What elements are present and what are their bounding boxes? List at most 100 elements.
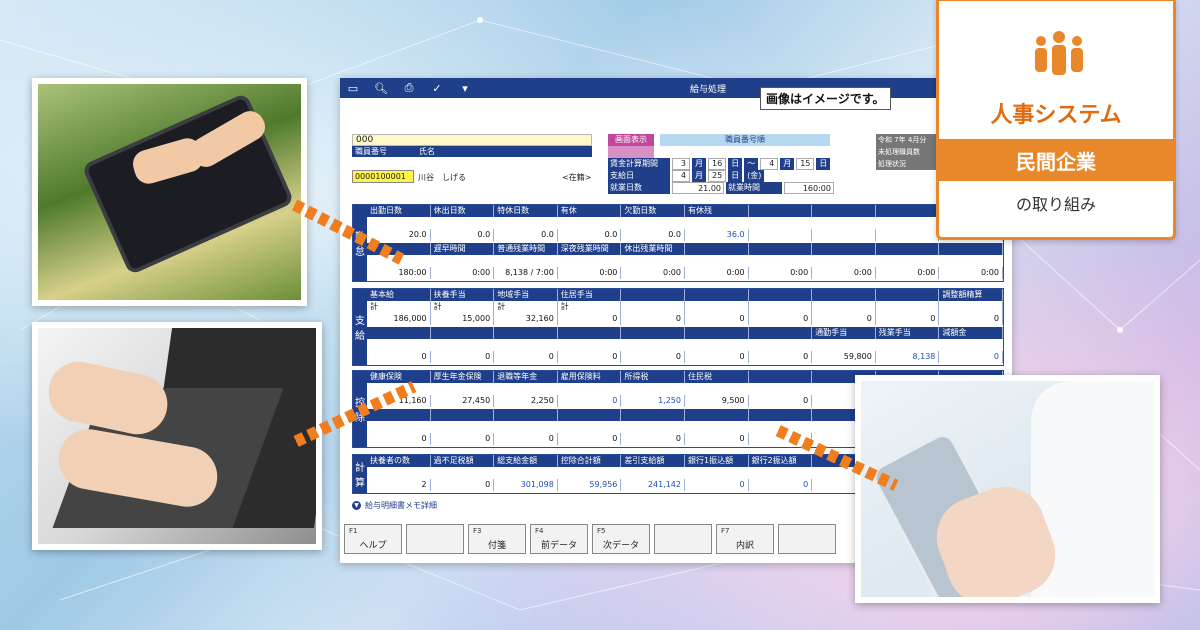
work-days-label: 就業日数	[608, 182, 670, 194]
grid-cell[interactable]: 2,250	[494, 395, 558, 407]
grid-cell[interactable]: 59,956	[558, 479, 622, 491]
grid-cell[interactable]: 0	[431, 351, 495, 363]
memo-link[interactable]: ▼ 給与明細書メモ詳細	[352, 500, 437, 511]
function-key-f3[interactable]: F3 付箋	[468, 524, 526, 554]
grid-cell[interactable]: 0.0	[558, 229, 622, 241]
grid-cell[interactable]: 0	[621, 351, 685, 363]
grid-cell[interactable]: 180:00	[367, 267, 431, 279]
grid-cell[interactable]: 0:00	[939, 267, 1003, 279]
function-key-f5[interactable]: F5 次データ	[592, 524, 650, 554]
print-icon[interactable]: ⎙	[402, 81, 416, 94]
dropdown-icon[interactable]: ▾	[458, 82, 472, 95]
grid-cell[interactable]: 0:00	[685, 267, 749, 279]
grid-cell: 通勤手当	[812, 327, 876, 339]
grid-cell[interactable]: 0	[621, 313, 685, 325]
grid-cell[interactable]	[812, 229, 876, 241]
search-icon[interactable]: 🔍︎	[374, 82, 388, 95]
grid-cell[interactable]: 0.0	[494, 229, 558, 241]
fkey-number: F7	[721, 527, 730, 535]
grid-cell[interactable]: 0:00	[621, 267, 685, 279]
grid-cell[interactable]: 0	[367, 351, 431, 363]
function-key-f1[interactable]: F1 ヘルプ	[344, 524, 402, 554]
function-key-blank-5[interactable]	[654, 524, 712, 554]
grid-cell[interactable]: 0	[749, 351, 813, 363]
grid-cell	[431, 327, 495, 339]
grid-cell[interactable]: 0	[685, 433, 749, 445]
grid-cell[interactable]: 0	[621, 433, 685, 445]
function-key-blank-1[interactable]	[406, 524, 464, 554]
grid-cell	[876, 243, 940, 255]
grid-cell[interactable]: 15,000	[431, 313, 495, 325]
grid-cell[interactable]: 241,142	[621, 479, 685, 491]
grid-cell[interactable]: 301,098	[494, 479, 558, 491]
grid-cell[interactable]: 9,500	[685, 395, 749, 407]
name-label: 氏名	[419, 147, 435, 156]
grid-cell[interactable]: 0	[431, 479, 495, 491]
grid-cell[interactable]: 2	[367, 479, 431, 491]
grid-cell[interactable]: 0	[685, 313, 749, 325]
screen-display-value[interactable]	[608, 146, 654, 158]
grid-cell[interactable]: 8,138	[876, 351, 940, 363]
unprocessed-label: 未処理職員数	[876, 146, 940, 158]
grid-cell[interactable]: 0	[558, 351, 622, 363]
work-hours-label: 就業時間	[726, 182, 782, 194]
grid-cell[interactable]: 0.0	[431, 229, 495, 241]
grid-cell[interactable]: 186,000	[367, 313, 431, 325]
grid-cell[interactable]: 0:00	[876, 267, 940, 279]
window-icon[interactable]: ▭	[346, 82, 360, 95]
laptop-photo	[32, 322, 322, 550]
calc-period-label: 賃金計算期間	[608, 158, 670, 170]
grid-cell: 控除合計額	[558, 455, 622, 467]
grid-cell[interactable]	[876, 229, 940, 241]
work-hours-value[interactable]: 160:00	[784, 182, 834, 194]
employee-no-label: 職員番号	[355, 147, 387, 156]
grid-cell[interactable]: 0:00	[812, 267, 876, 279]
grid-cell[interactable]: 0	[812, 313, 876, 325]
grid-cell[interactable]: 0	[494, 433, 558, 445]
grid-cell: 住民税	[685, 371, 749, 383]
grid-cell[interactable]: 0	[939, 313, 1003, 325]
badge-tail: の取り組み	[1015, 195, 1096, 214]
grid-cell[interactable]: 0	[749, 395, 813, 407]
grid-cell[interactable]: 0	[494, 351, 558, 363]
grid-cell[interactable]: 32,160	[494, 313, 558, 325]
grid-cell: 扶養手当	[431, 289, 495, 301]
grid-cell: 差引支給額	[621, 455, 685, 467]
grid-cell[interactable]: 27,450	[431, 395, 495, 407]
grid-cell[interactable]: 0	[939, 351, 1003, 363]
grid-cell[interactable]: 0	[749, 479, 813, 491]
grid-cell[interactable]: 0	[685, 479, 749, 491]
grid-cell[interactable]: 0:00	[749, 267, 813, 279]
grid-cell[interactable]: 0.0	[621, 229, 685, 241]
fkey-label: 次データ	[602, 541, 639, 551]
code-field[interactable]: 000	[352, 134, 592, 146]
grid-cell[interactable]: 8,138 / 7:00	[494, 267, 558, 279]
grid-cell[interactable]: 1,250	[621, 395, 685, 407]
date-part: 月	[692, 170, 706, 182]
grid-cell	[749, 289, 813, 301]
pay-date-values: 4 月 25 日 (金)	[672, 170, 765, 182]
grid-cell[interactable]: 0	[558, 313, 622, 325]
process-status-label: 処理状況	[876, 158, 940, 170]
work-days-value[interactable]: 21.00	[672, 182, 724, 194]
grid-cell[interactable]: 0	[876, 313, 940, 325]
screen-display-label[interactable]: 画面表示	[608, 134, 654, 146]
grid-cell[interactable]: 0	[367, 433, 431, 445]
grid-cell: 計	[431, 301, 495, 313]
function-key-blank-7[interactable]	[778, 524, 836, 554]
grid-cell[interactable]	[749, 229, 813, 241]
grid-cell[interactable]: 0	[558, 395, 622, 407]
tool-icon[interactable]: ✓	[430, 82, 444, 95]
grid-cell[interactable]: 0:00	[558, 267, 622, 279]
employee-no-field[interactable]: 0000100001	[352, 170, 414, 183]
grid-cell[interactable]: 0	[431, 433, 495, 445]
grid-cell[interactable]: 36.0	[685, 229, 749, 241]
function-key-f4[interactable]: F4 前データ	[530, 524, 588, 554]
grid-cell[interactable]: 59,800	[812, 351, 876, 363]
grid-cell[interactable]: 0:00	[431, 267, 495, 279]
grid-cell[interactable]: 0	[749, 313, 813, 325]
function-key-f7[interactable]: F7 内訳	[716, 524, 774, 554]
grid-cell[interactable]: 0	[685, 351, 749, 363]
grid-cell[interactable]: 0	[558, 433, 622, 445]
grid-cell: 深夜残業時間	[558, 243, 622, 255]
